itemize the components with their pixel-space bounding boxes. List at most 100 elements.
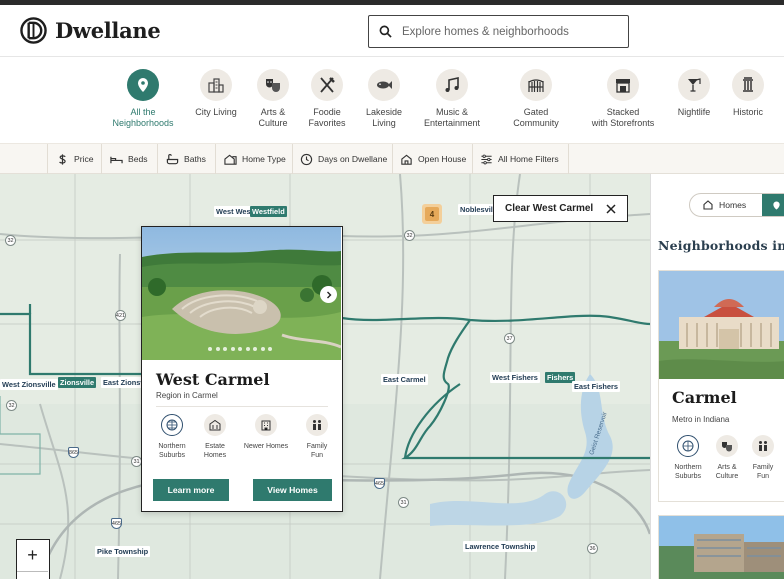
route-shield: 32 xyxy=(6,400,17,411)
suburb-globe-icon xyxy=(166,419,178,431)
filter-days-on-dwellane[interactable]: Days on Dwellane xyxy=(300,144,387,174)
search-input[interactable] xyxy=(402,25,622,38)
route-shield: 421 xyxy=(115,310,126,321)
clear-region-label: Clear West Carmel xyxy=(505,203,594,214)
filter-bar: Price Beds Baths Home Type Days on Dwell… xyxy=(0,143,784,174)
park-amphitheater-photo xyxy=(142,227,341,360)
learn-more-button[interactable]: Learn more xyxy=(153,479,229,501)
neighborhood-tag-northern-suburbs[interactable]: Northern Suburbs xyxy=(666,435,710,481)
tag-label: Family xyxy=(306,443,328,450)
route-shield: 37 xyxy=(504,333,515,344)
filter-price[interactable]: Price xyxy=(56,144,94,174)
open-house-icon xyxy=(401,154,412,165)
route-shield: 465 xyxy=(374,478,385,489)
filter-baths[interactable]: Baths xyxy=(166,144,206,174)
route-shield: 865 xyxy=(68,447,79,458)
category-bar: All the Neighborhoods City Living Arts & C… xyxy=(0,57,784,143)
house-type-icon xyxy=(224,154,237,165)
neighborhood-results-panel: Homes Neighborhoods in W Carmel Metro in… xyxy=(650,174,784,579)
tag-label: Newer Homes xyxy=(243,443,289,450)
filter-label: Beds xyxy=(128,154,148,164)
town-label[interactable]: West Wes xyxy=(214,206,253,217)
category-gated-community[interactable]: Gated Community xyxy=(491,69,581,129)
bed-icon xyxy=(110,156,123,163)
category-historic[interactable]: Historic xyxy=(703,69,784,118)
filter-open-house[interactable]: Open House xyxy=(400,144,466,174)
filter-label: All Home Filters xyxy=(498,154,559,164)
region-photo[interactable] xyxy=(142,227,341,360)
tag-label: Northern xyxy=(158,443,186,450)
chevron-right-icon xyxy=(326,291,331,298)
tag-label: Northern xyxy=(674,464,702,471)
tag-label: Fun xyxy=(756,473,770,480)
town-label[interactable]: Fishers xyxy=(545,372,576,383)
tag-label: Culture xyxy=(715,473,739,480)
filter-label: Days on Dwellane xyxy=(318,154,388,164)
region-tag-estate-homes[interactable]: Estate Homes xyxy=(192,414,238,460)
historic-column-icon xyxy=(743,77,753,92)
category-label: Community xyxy=(513,118,559,128)
zoom-in-button[interactable]: + xyxy=(17,540,48,572)
tag-label: Suburbs xyxy=(158,452,186,459)
town-label[interactable]: West Fishers xyxy=(490,372,540,383)
filter-beds[interactable]: Beds xyxy=(110,144,148,174)
neighborhoods-toggle-option[interactable] xyxy=(762,194,784,216)
region-tag-newer-homes[interactable]: Newer Homes xyxy=(243,414,289,451)
lake-fish-icon xyxy=(377,81,392,89)
region-tag-family-fun[interactable]: Family Fun xyxy=(294,414,340,460)
neighborhood-card[interactable] xyxy=(658,515,784,579)
search-box[interactable] xyxy=(368,15,629,48)
tag-label: Homes xyxy=(203,452,227,459)
filter-divider xyxy=(157,144,158,174)
dwellane-watermark-icon xyxy=(320,340,341,360)
category-label: Living xyxy=(372,118,396,128)
filter-home-type[interactable]: Home Type xyxy=(224,144,286,174)
neighborhood-subtitle: Metro in Indiana xyxy=(672,415,730,424)
filter-divider xyxy=(215,144,216,174)
category-label: Gated xyxy=(523,107,549,117)
town-label[interactable]: Noblesvill xyxy=(458,204,497,215)
town-label[interactable]: Lawrence Township xyxy=(463,541,538,552)
town-label[interactable]: Westfield xyxy=(250,206,287,217)
filter-label: Open House xyxy=(418,154,467,164)
bathtub-icon xyxy=(166,153,179,164)
theater-masks-icon xyxy=(266,79,280,92)
homes-toggle-option[interactable]: Homes xyxy=(703,194,746,216)
family-icon xyxy=(313,420,321,430)
listing-cluster-marker[interactable]: 4 xyxy=(422,204,442,224)
city-buildings-icon xyxy=(208,78,224,93)
town-label[interactable]: Zionsville xyxy=(58,377,97,388)
town-label[interactable]: East Carmel xyxy=(381,374,428,385)
tag-label: Suburbs xyxy=(674,473,702,480)
category-label: Entertainment xyxy=(423,118,481,128)
view-homes-button[interactable]: View Homes xyxy=(253,479,332,501)
town-label[interactable]: East Fishers xyxy=(572,381,620,392)
next-photo-button[interactable] xyxy=(320,286,337,303)
brand-logo[interactable]: Dwellane xyxy=(20,17,161,44)
city-skyline-photo xyxy=(659,516,784,579)
category-label: Stacked xyxy=(606,107,640,117)
new-building-icon xyxy=(261,420,271,431)
carmel-palladium-photo xyxy=(659,271,784,379)
map-pin-icon xyxy=(138,78,148,92)
homes-neighborhoods-toggle: Homes xyxy=(689,193,784,217)
filter-divider xyxy=(472,144,473,174)
suburb-globe-icon xyxy=(682,440,694,452)
photo-carousel-dots xyxy=(208,347,276,351)
neighborhood-card[interactable]: Carmel Metro in Indiana Northern Suburbs … xyxy=(658,270,784,502)
route-shield: 31 xyxy=(398,497,409,508)
neighborhood-tag-family-fun[interactable]: Family Fun xyxy=(741,435,784,481)
filter-all-home-filters[interactable]: All Home Filters xyxy=(480,144,559,174)
town-label[interactable]: East Zionsv xyxy=(101,377,147,388)
clear-region-button[interactable]: Clear West Carmel xyxy=(493,195,628,222)
fork-knife-icon xyxy=(320,77,335,93)
filter-divider xyxy=(101,144,102,174)
theater-masks-icon xyxy=(722,442,732,452)
tag-label: Estate xyxy=(205,443,225,450)
region-tag-northern-suburbs[interactable]: Northern Suburbs xyxy=(149,414,195,460)
filter-label: Baths xyxy=(184,154,206,164)
town-label[interactable]: West Zionsville xyxy=(0,379,58,390)
town-label[interactable]: Pike Township xyxy=(95,546,151,557)
filter-divider xyxy=(392,144,393,174)
category-music-entertainment[interactable]: Music & Entertainment xyxy=(407,69,497,129)
